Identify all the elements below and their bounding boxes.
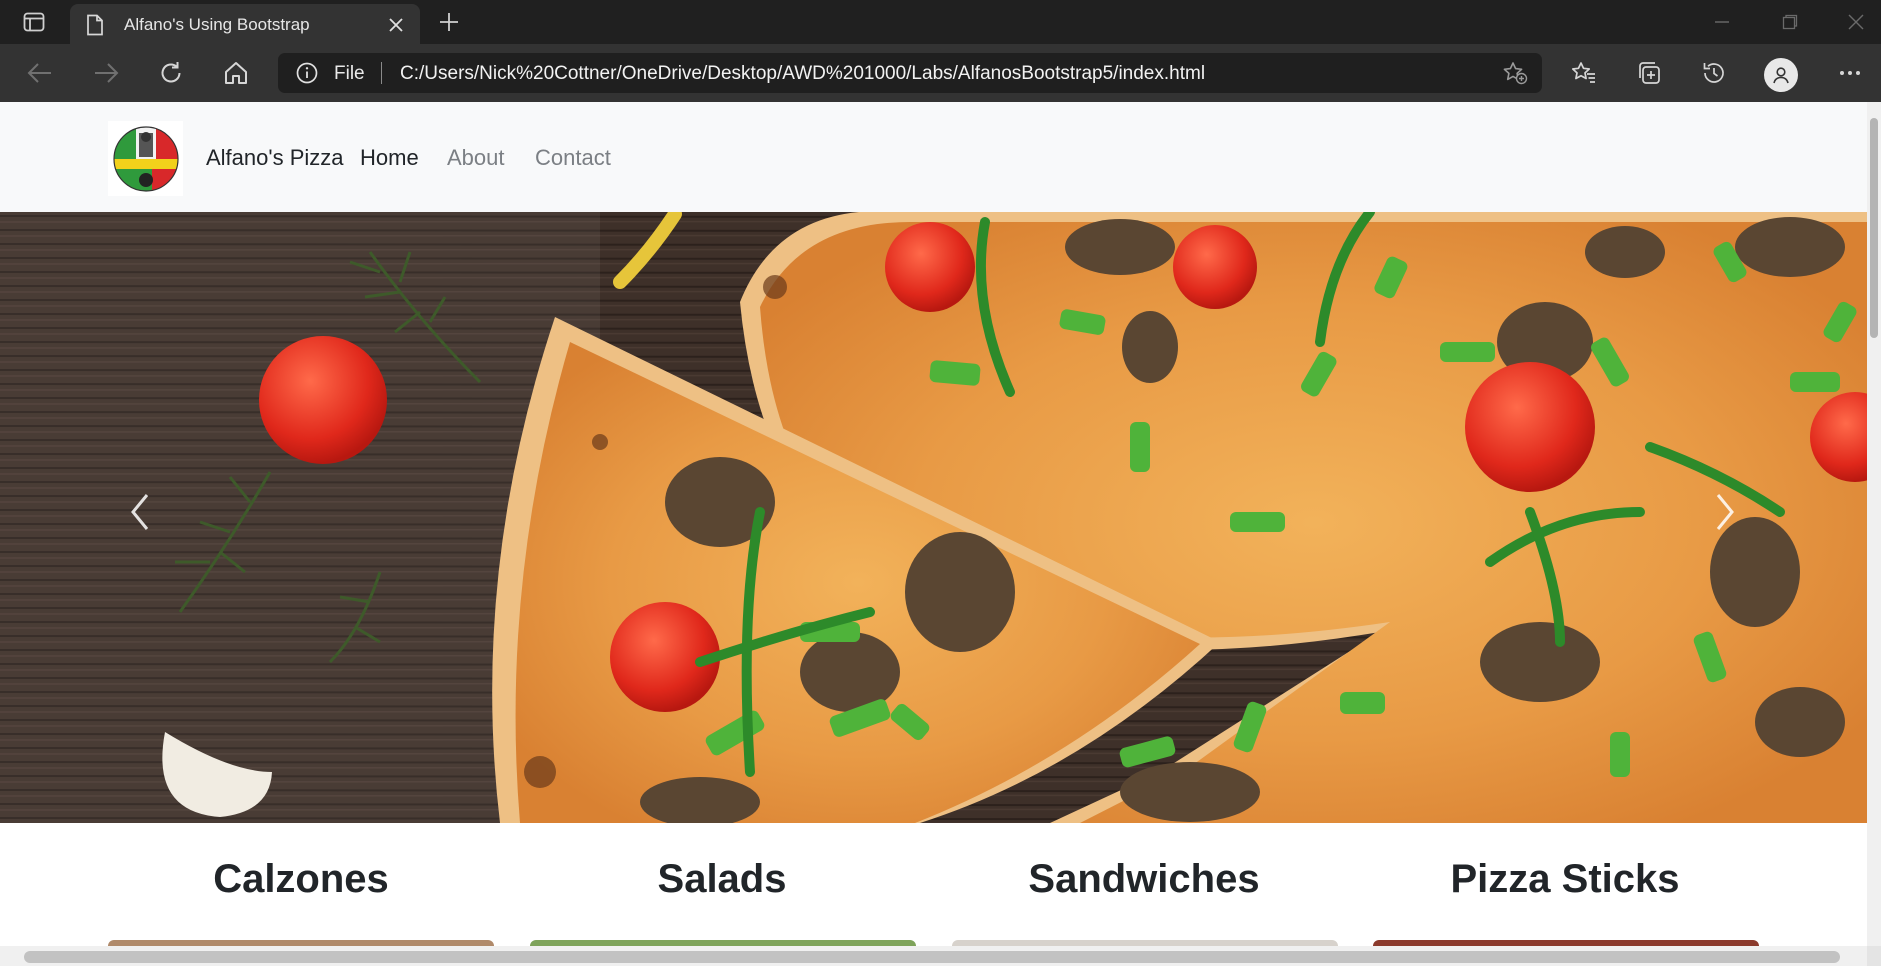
hero-pizza-image	[0, 212, 1867, 823]
back-arrow-icon[interactable]	[22, 56, 58, 90]
restore-icon[interactable]	[1768, 8, 1812, 36]
collections-icon[interactable]	[1631, 56, 1667, 90]
nav-link-about[interactable]: About	[447, 145, 505, 171]
forward-arrow-icon[interactable]	[88, 56, 124, 90]
card-title-pizza-sticks: Pizza Sticks	[1450, 857, 1680, 901]
scrollbar-corner	[1867, 946, 1881, 966]
page-viewport: Alfano's Pizza Home About Contact Calzon…	[0, 102, 1867, 946]
brand-name[interactable]: Alfano's Pizza	[206, 145, 344, 171]
refresh-icon[interactable]	[153, 56, 189, 90]
history-icon[interactable]	[1696, 56, 1732, 90]
brand-logo[interactable]	[108, 121, 183, 196]
hero-carousel	[0, 212, 1867, 823]
card-title-salads: Salads	[657, 857, 787, 901]
close-icon[interactable]	[386, 15, 406, 35]
horizontal-scroll-thumb[interactable]	[24, 951, 1840, 963]
favorites-icon[interactable]	[1566, 56, 1602, 90]
vertical-scroll-thumb[interactable]	[1870, 118, 1878, 338]
more-icon[interactable]	[1832, 56, 1868, 90]
nav-link-contact[interactable]: Contact	[535, 145, 611, 171]
menu-cards-section: Calzones Salads Sandwiches Pizza Sticks	[0, 823, 1867, 946]
profile-icon[interactable]	[1764, 58, 1798, 92]
minimize-icon[interactable]	[1700, 8, 1744, 36]
card-title-calzones: Calzones	[213, 857, 389, 901]
scheme-label: File	[334, 63, 365, 84]
window-close-icon[interactable]	[1834, 8, 1878, 36]
address-separator	[381, 62, 382, 84]
home-icon[interactable]	[218, 56, 254, 90]
url-text[interactable]: C:/Users/Nick%20Cottner/OneDrive/Desktop…	[400, 63, 1205, 85]
browser-tab-bar: Alfano's Using Bootstrap	[0, 0, 1881, 44]
browser-tab[interactable]: Alfano's Using Bootstrap	[70, 4, 420, 44]
site-navbar: Alfano's Pizza Home About Contact	[0, 102, 1867, 212]
chevron-right-icon[interactable]	[1705, 482, 1745, 542]
plus-icon[interactable]	[432, 8, 466, 36]
vertical-scrollbar[interactable]	[1867, 102, 1881, 966]
tab-title: Alfano's Using Bootstrap	[124, 15, 310, 34]
nav-link-home[interactable]: Home	[360, 145, 419, 171]
horizontal-scrollbar[interactable]	[0, 946, 1867, 966]
card-title-sandwiches: Sandwiches	[1028, 857, 1260, 901]
browser-toolbar: File C:/Users/Nick%20Cottner/OneDrive/De…	[0, 44, 1881, 102]
info-icon[interactable]	[296, 62, 318, 89]
chevron-left-icon[interactable]	[120, 482, 160, 542]
add-favorite-icon[interactable]	[1502, 61, 1528, 90]
tab-actions-icon[interactable]	[14, 8, 54, 36]
address-bar[interactable]: File C:/Users/Nick%20Cottner/OneDrive/De…	[278, 53, 1542, 93]
page-icon	[86, 14, 104, 41]
